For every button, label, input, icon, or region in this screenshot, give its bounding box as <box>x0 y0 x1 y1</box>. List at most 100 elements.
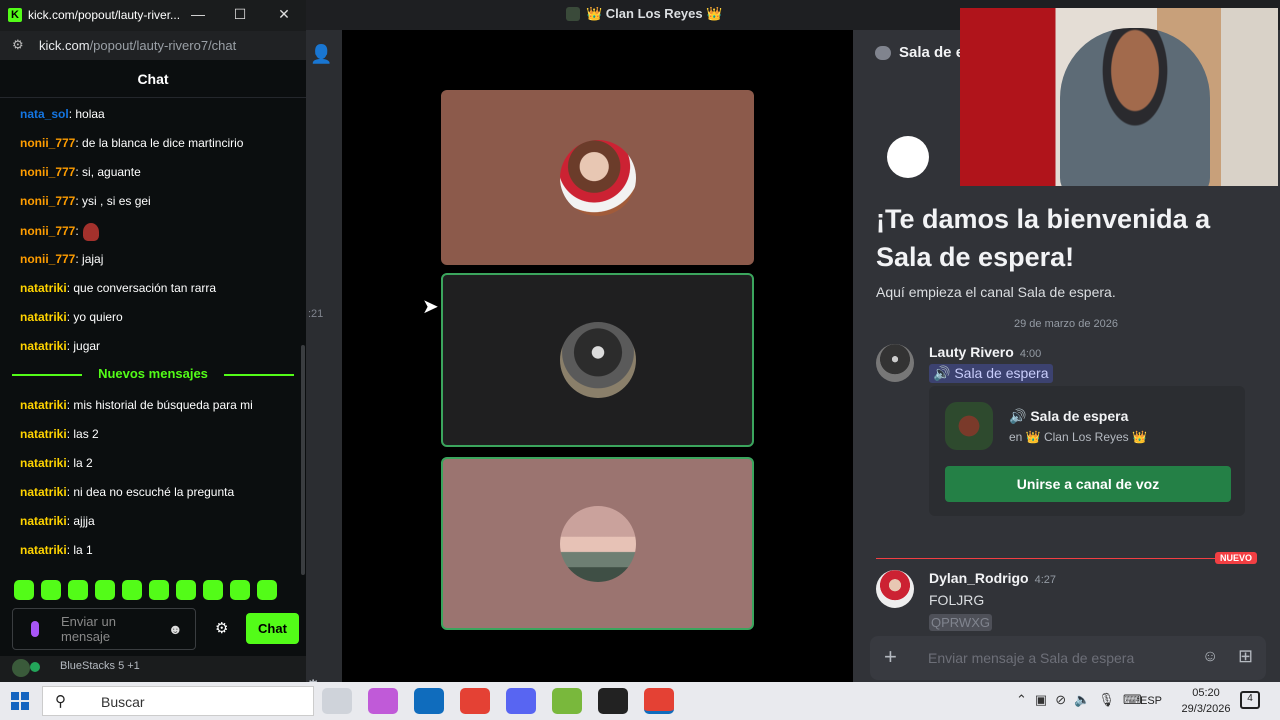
kick-logo-icon: K <box>8 8 22 22</box>
apps-icon[interactable]: ⊞ <box>1238 646 1253 667</box>
message-author[interactable]: Dylan_Rodrigo <box>929 570 1029 586</box>
message-composer[interactable]: + Enviar mensaje a Sala de espera ☺ ⊞ <box>870 636 1266 680</box>
chat-message: natatriki: ni dea no escuché la pregunta <box>20 485 234 499</box>
emote-icon[interactable] <box>230 580 250 600</box>
chrome-icon[interactable] <box>460 688 490 714</box>
plus-icon[interactable]: + <box>884 644 897 670</box>
chat-username[interactable]: natatriki <box>20 427 67 441</box>
maximize-icon[interactable]: ☐ <box>230 6 250 23</box>
address-bar[interactable]: ⚙ kick.com/popout/lauty-rivero7/chat <box>0 31 306 60</box>
emoji-icon[interactable]: ☻ <box>168 621 183 637</box>
site-settings-icon[interactable]: ⚙ <box>12 37 24 53</box>
chat-username[interactable]: natatriki <box>20 281 67 295</box>
message-header: Lauty Rivero 4:00 <box>929 344 1041 360</box>
emote-icon[interactable] <box>149 580 169 600</box>
chat-username[interactable]: natatriki <box>20 456 67 470</box>
close-icon[interactable]: ✕ <box>274 6 294 23</box>
emote-icon[interactable] <box>41 580 61 600</box>
participant-tile[interactable] <box>441 90 754 265</box>
discord-channel-strip: 👤 :21 ⚙ <box>306 30 342 695</box>
chat-text: : mis historial de búsqueda para mi <box>66 398 253 412</box>
avatar[interactable] <box>876 344 914 382</box>
chat-text: : ajjja <box>66 514 95 528</box>
chat-username[interactable]: nonii_777 <box>20 194 75 208</box>
chat-message: nata_sol: holaa <box>20 107 105 121</box>
chat-username[interactable]: natatriki <box>20 398 67 412</box>
keyboard-icon[interactable]: ⌨ <box>1123 692 1142 708</box>
mic-icon[interactable]: 🎙 <box>1098 692 1115 708</box>
language-indicator[interactable]: ESP <box>1140 695 1162 707</box>
chat-settings-icon[interactable]: ⚙ <box>215 619 228 637</box>
send-chat-button[interactable]: Chat <box>246 613 299 644</box>
chat-message: natatriki: ajjja <box>20 514 95 528</box>
chat-username[interactable]: nonii_777 <box>20 165 75 179</box>
minimize-icon[interactable]: — <box>188 6 208 22</box>
emote-icon[interactable] <box>257 580 277 600</box>
chat-username[interactable]: natatriki <box>20 339 67 353</box>
obs-icon[interactable] <box>598 688 628 714</box>
emote-icon[interactable] <box>95 580 115 600</box>
chat-message: nonii_777: <box>20 223 99 241</box>
url-text[interactable]: kick.com/popout/lauty-rivero7/chat <box>39 38 236 53</box>
copilot-icon[interactable] <box>368 688 398 714</box>
bluestacks-icon[interactable] <box>552 688 582 714</box>
participant-tile-speaking[interactable] <box>441 457 754 630</box>
streamer-image <box>1060 28 1210 186</box>
scrollbar[interactable] <box>301 345 305 575</box>
composer-input[interactable]: Enviar mensaje a Sala de espera <box>928 650 1134 666</box>
emote-icon[interactable] <box>203 580 223 600</box>
voice-channel-link[interactable]: 🔊 Sala de espera <box>929 364 1053 383</box>
browser-titlebar: K kick.com/popout/lauty-river... — ☐ ✕ <box>0 0 306 31</box>
add-user-icon[interactable]: 👤 <box>310 44 332 65</box>
new-messages-separator: Nuevos mensajes <box>12 366 294 382</box>
avatar <box>559 322 636 398</box>
message-author[interactable]: Lauty Rivero <box>929 344 1014 360</box>
chat-username[interactable]: nonii_777 <box>20 252 75 266</box>
network-icon[interactable]: ⊘ <box>1055 692 1066 708</box>
notifications-icon[interactable]: 4 <box>1240 691 1260 709</box>
chat-username[interactable]: nonii_777 <box>20 136 75 150</box>
chat-message: nonii_777: ysi , si es gei <box>20 194 151 208</box>
chat-text: : la 2 <box>66 456 93 470</box>
emoji-icon[interactable]: ☺ <box>1202 648 1218 666</box>
emote-icon[interactable] <box>122 580 142 600</box>
chat-username[interactable]: natatriki <box>20 543 67 557</box>
message-text: FOLJRG <box>929 592 985 608</box>
chrome-active-icon[interactable] <box>644 688 674 714</box>
chat-username[interactable]: natatriki <box>20 310 67 324</box>
chat-username[interactable]: natatriki <box>20 514 67 528</box>
emote-icon[interactable] <box>14 580 34 600</box>
outlook-icon[interactable] <box>414 688 444 714</box>
server-title: 👑 Clan Los Reyes 👑 <box>566 6 722 22</box>
spoiler-text[interactable]: QPRWXG <box>929 614 992 631</box>
avatar[interactable] <box>876 570 914 608</box>
chevron-up-icon[interactable]: ⌃ <box>1016 692 1027 708</box>
chat-bubble-icon <box>875 45 891 60</box>
chat-username[interactable]: natatriki <box>20 485 67 499</box>
voice-card-server: en 👑 Clan Los Reyes 👑 <box>1009 430 1147 444</box>
task-view-icon[interactable] <box>322 688 352 714</box>
chat-text: : holaa <box>68 107 105 121</box>
emote-icon[interactable] <box>176 580 196 600</box>
chat-username[interactable]: nata_sol <box>20 107 69 121</box>
tray-app-icon[interactable]: ▣ <box>1035 692 1047 708</box>
search-placeholder: Buscar <box>101 694 145 710</box>
mic-icon[interactable] <box>31 621 39 637</box>
chat-message: natatriki: que conversación tan rarra <box>20 281 216 295</box>
chat-username[interactable]: nonii_777 <box>20 224 75 238</box>
taskbar-search[interactable]: ⚲ Buscar <box>42 686 314 716</box>
chat-text: : jajaj <box>75 252 104 266</box>
volume-icon[interactable]: 🔈 <box>1074 692 1090 708</box>
discord-icon[interactable] <box>506 688 536 714</box>
clock[interactable]: 05:20 29/3/2026 <box>1178 685 1234 717</box>
chat-text: : que conversación tan rarra <box>66 281 217 295</box>
message: Dylan_Rodrigo 4:27 FOLJRG QPRWXG <box>876 570 1266 640</box>
join-voice-button[interactable]: Unirse a canal de voz <box>945 466 1231 502</box>
chat-input[interactable]: Enviar un mensaje ☻ <box>12 608 196 650</box>
emote-icon[interactable] <box>68 580 88 600</box>
strip-time: :21 <box>308 308 324 320</box>
participant-tile-speaking[interactable] <box>441 273 754 447</box>
windows-start-icon[interactable] <box>11 692 29 710</box>
message: Lauty Rivero 4:00 🔊 Sala de espera 🔊 Sala… <box>876 344 1266 524</box>
chat-text: : la 1 <box>66 543 93 557</box>
